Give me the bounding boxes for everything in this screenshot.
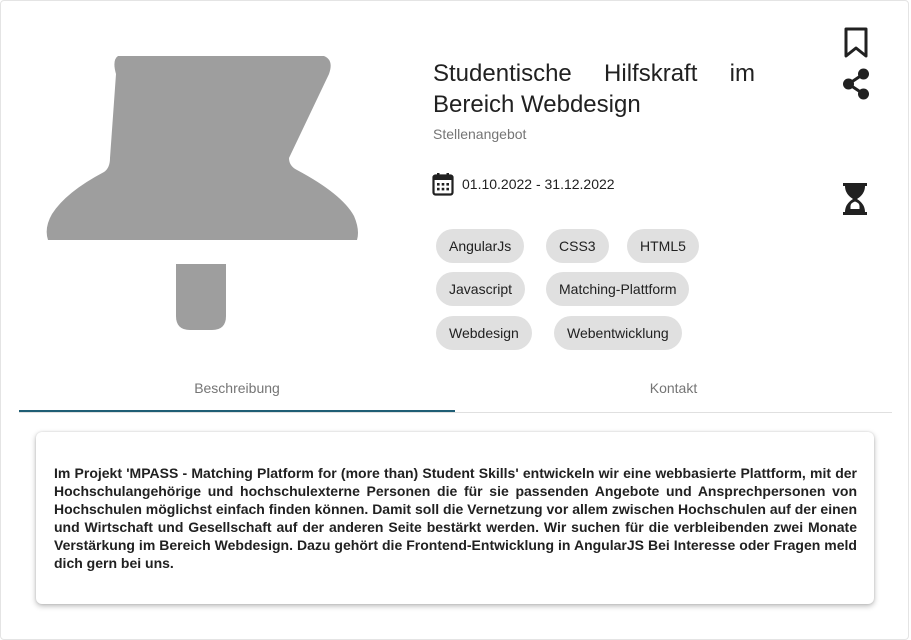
pushpin-placeholder-icon (46, 56, 358, 330)
tab-kontakt[interactable]: Kontakt (455, 370, 892, 410)
tag-chip[interactable]: Matching-Plattform (546, 272, 690, 306)
tag-chip[interactable]: CSS3 (546, 229, 609, 263)
hourglass-icon (843, 183, 867, 215)
date-range: 01.10.2022 - 31.12.2022 (432, 172, 615, 196)
active-tab-indicator (19, 410, 455, 412)
tab-divider (19, 412, 892, 413)
tag-chip[interactable]: HTML5 (627, 229, 699, 263)
tab-beschreibung[interactable]: Beschreibung (19, 370, 455, 410)
date-range-text: 01.10.2022 - 31.12.2022 (462, 176, 615, 192)
description-panel: Im Projekt 'MPASS - Matching Platform fo… (36, 432, 874, 604)
tag-chip[interactable]: AngularJs (436, 229, 525, 263)
tag-chip[interactable]: Webentwicklung (554, 316, 682, 350)
tag-chip[interactable]: Webdesign (436, 316, 532, 350)
calendar-icon (432, 173, 454, 196)
description-text: Im Projekt 'MPASS - Matching Platform fo… (54, 465, 857, 571)
bookmark-icon[interactable] (843, 27, 869, 59)
listing-type: Stellenangebot (433, 126, 527, 142)
listing-title: Studentische Hilfskraft im Bereich Webde… (433, 60, 755, 118)
tag-chip[interactable]: Javascript (436, 272, 526, 306)
share-icon[interactable] (841, 68, 871, 100)
